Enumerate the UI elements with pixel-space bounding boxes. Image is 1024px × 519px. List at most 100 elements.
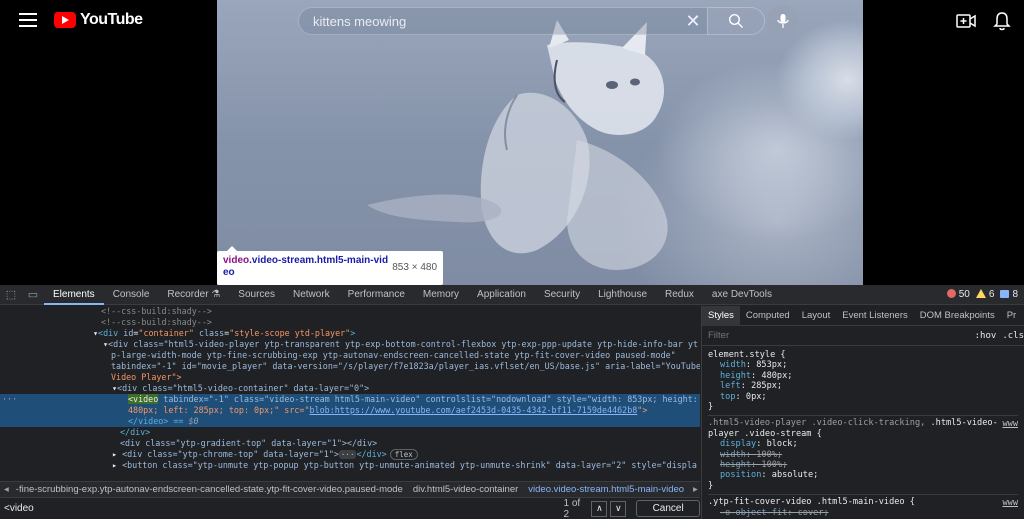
style-property[interactable]: left: 285px; xyxy=(708,381,1018,391)
tree-line[interactable]: ▾<div id="container" class="style-scope … xyxy=(0,328,700,339)
node-text: 480px; left: 285px; top: 0px;" src=" xyxy=(128,405,310,415)
style-property[interactable]: position: absolute; xyxy=(708,470,1018,480)
elements-tree[interactable]: <!--css-build:shady--> <!--css-build:sha… xyxy=(0,306,700,481)
breadcrumb-scroll-right-icon[interactable]: ▸ xyxy=(689,484,700,495)
prop-name: top xyxy=(720,391,736,402)
dollar-zero: $0 xyxy=(188,416,199,426)
tree-line[interactable]: ▸ <button class="ytp-unmute ytp-popup yt… xyxy=(0,460,700,471)
issue-counters[interactable]: 50 6 8 xyxy=(947,289,1018,300)
class-toggle[interactable]: .cls xyxy=(1002,331,1024,341)
tree-line-selected[interactable]: 480px; left: 285px; top: 0px;" src="blob… xyxy=(0,405,700,416)
style-property[interactable]: display: block; xyxy=(708,439,1018,449)
expand-arrow[interactable]: ▸ xyxy=(112,449,117,459)
tree-line[interactable]: </div> xyxy=(0,427,700,438)
tree-line-selected[interactable]: </video> == $0 xyxy=(0,416,700,427)
tab-redux[interactable]: Redux xyxy=(656,285,703,305)
tab-styles[interactable]: Styles xyxy=(702,306,740,326)
style-rules: element.style { width: 853px; height: 48… xyxy=(702,346,1024,519)
style-property[interactable]: height: 480px; xyxy=(708,371,1018,381)
node-text: Video Player"> xyxy=(111,372,182,382)
clear-icon[interactable]: ✕ xyxy=(679,7,707,35)
tab-dom-breakpoints[interactable]: DOM Breakpoints xyxy=(914,306,1001,326)
error-count: 50 xyxy=(947,289,970,300)
bell-icon[interactable] xyxy=(993,11,1011,31)
breadcrumb: ◂ -fine-scrubbing-exp.ytp-autonav-endscr… xyxy=(0,481,700,497)
style-property-overridden[interactable]: width: 100%; xyxy=(708,450,1018,460)
rule-fit-cover[interactable]: www .ytp-fit-cover-video .html5-main-vid… xyxy=(708,495,1018,519)
tab-application[interactable]: Application xyxy=(468,285,535,305)
tab-computed[interactable]: Computed xyxy=(740,306,796,326)
search-button[interactable] xyxy=(707,7,765,35)
breadcrumb-item-active[interactable]: video.video-stream.html5-main-video xyxy=(523,484,689,495)
styles-filter-input[interactable] xyxy=(708,330,975,341)
tab-elements[interactable]: Elements xyxy=(44,285,104,305)
prop-value: 480px; xyxy=(761,370,793,381)
tree-line[interactable]: <div class="ytp-gradient-top" data-layer… xyxy=(0,438,700,449)
style-property-overridden[interactable]: -o-object-fit: cover; xyxy=(708,508,1018,518)
tab-event-listeners[interactable]: Event Listeners xyxy=(836,306,913,326)
style-property-overridden[interactable]: height: 100%; xyxy=(708,460,1018,470)
tab-memory[interactable]: Memory xyxy=(414,285,468,305)
tree-line[interactable]: p-large-width-mode ytp-fine-scrubbing-ex… xyxy=(0,350,700,361)
inspect-element-icon[interactable]: ⬚ xyxy=(0,285,22,305)
search-input[interactable] xyxy=(313,13,679,29)
node-text: p-large-width-mode ytp-fine-scrubbing-ex… xyxy=(111,350,676,360)
node-text: <div class="ytp-chrome-top" data-layer="… xyxy=(122,449,339,459)
find-cancel-button[interactable]: Cancel xyxy=(636,500,701,517)
tree-line[interactable]: ▸ <div class="ytp-chrome-top" data-layer… xyxy=(0,449,700,460)
tab-axe-devtools[interactable]: axe DevTools xyxy=(703,285,781,305)
video-player[interactable] xyxy=(217,0,863,285)
breadcrumb-item[interactable]: div.html5-video-container xyxy=(408,484,523,495)
hover-state-toggle[interactable]: :hov xyxy=(975,331,997,341)
gutter-ellipsis[interactable]: ··· xyxy=(2,394,17,405)
tab-security[interactable]: Security xyxy=(535,285,589,305)
tree-line[interactable]: ▾<div class="html5-video-player ytp-tran… xyxy=(0,339,700,350)
style-property[interactable]: width: 853px; xyxy=(708,360,1018,370)
devtools-tabbar: ⬚ ▭ Elements Console Recorder ⚗ Sources … xyxy=(0,285,1024,305)
prop-name: -o-object-fit xyxy=(720,507,788,518)
tree-line[interactable]: ▾<div class="html5-video-container" data… xyxy=(0,383,700,394)
device-toolbar-icon[interactable]: ▭ xyxy=(22,285,44,305)
rule-element-style[interactable]: element.style { width: 853px; height: 48… xyxy=(708,348,1018,417)
tab-recorder[interactable]: Recorder ⚗ xyxy=(158,285,229,305)
expand-arrow[interactable]: ▸ xyxy=(112,460,117,470)
blob-link[interactable]: blob:https://www.youtube.com/aef2453d-04… xyxy=(310,405,638,415)
tree-line[interactable]: <!--css-build:shady--> xyxy=(0,306,700,317)
attr-name: class xyxy=(198,328,225,338)
collapsed-children[interactable]: ··· xyxy=(338,450,357,459)
tab-properties[interactable]: Pr xyxy=(1001,306,1023,326)
youtube-logo-text: YouTube xyxy=(80,11,143,28)
tree-line-selected[interactable]: ··· <video tabindex="-1" class="video-str… xyxy=(0,394,700,405)
find-input[interactable] xyxy=(0,499,538,518)
rule-video-stream[interactable]: www .html5-video-player .video-click-tra… xyxy=(708,416,1018,496)
menu-icon[interactable] xyxy=(19,13,37,27)
rule-source-link[interactable]: www xyxy=(1002,419,1018,429)
tab-lighthouse[interactable]: Lighthouse xyxy=(589,285,656,305)
tree-line[interactable]: <!--css-build:shady--> xyxy=(0,317,700,328)
closing-tag: </div> xyxy=(120,427,151,437)
find-previous-button[interactable]: ∧ xyxy=(591,500,608,517)
breadcrumb-item[interactable]: -fine-scrubbing-exp.ytp-autonav-endscree… xyxy=(11,484,408,495)
style-property[interactable]: top: 0px; xyxy=(708,392,1018,402)
flex-badge[interactable]: flex xyxy=(389,449,418,460)
tab-sources[interactable]: Sources xyxy=(229,285,284,305)
breadcrumb-scroll-left-icon[interactable]: ◂ xyxy=(0,484,11,495)
tab-console[interactable]: Console xyxy=(104,285,159,305)
create-video-icon[interactable] xyxy=(956,12,976,30)
closing-tag: </div> xyxy=(356,449,387,459)
prop-name: position xyxy=(720,470,762,481)
node-text: tabindex="-1" class="video-stream html5-… xyxy=(158,394,698,404)
tab-network[interactable]: Network xyxy=(284,285,339,305)
prop-name: height xyxy=(720,370,752,381)
tab-layout[interactable]: Layout xyxy=(796,306,837,326)
youtube-logo[interactable]: YouTube xyxy=(54,11,143,29)
voice-search-button[interactable] xyxy=(767,5,799,37)
sidebar-tabbar: Styles Computed Layout Event Listeners D… xyxy=(702,306,1024,326)
tree-line[interactable]: Video Player"> xyxy=(0,372,700,383)
node-text: <div class="ytp-gradient-top" data-layer… xyxy=(120,438,378,448)
find-next-button[interactable]: ∨ xyxy=(610,500,627,517)
tab-performance[interactable]: Performance xyxy=(339,285,414,305)
rule-source-link[interactable]: www xyxy=(1002,498,1018,508)
tree-line[interactable]: tabindex="-1" id="movie_player" data-ver… xyxy=(0,361,700,372)
find-count: 1 of 2 xyxy=(563,497,581,519)
